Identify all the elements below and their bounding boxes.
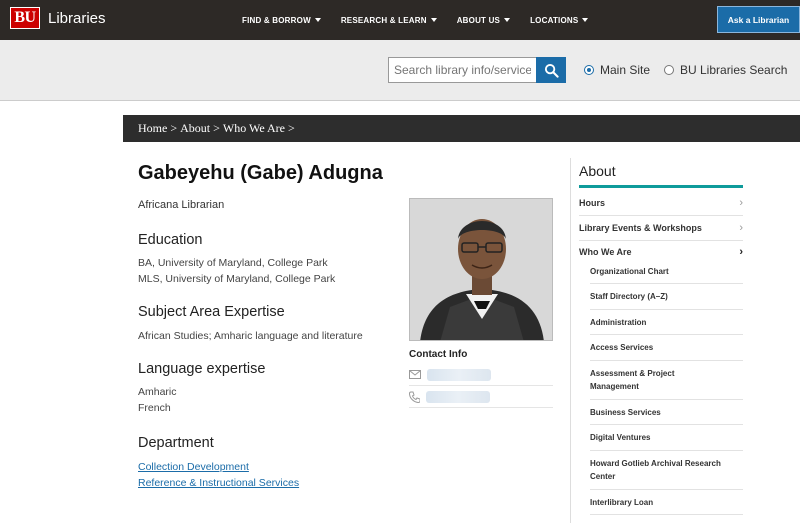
nav-label: FIND & BORROW <box>242 15 311 25</box>
breadcrumb-about[interactable]: About > <box>180 121 220 136</box>
sidebar-subitem-gotlieb-center[interactable]: Howard Gotlieb Archival Research Center <box>590 451 743 490</box>
chevron-right-icon: › <box>739 222 743 234</box>
education-item: MLS, University of Maryland, College Par… <box>138 273 336 285</box>
sidebar-subitem-business-services[interactable]: Business Services <box>590 400 743 425</box>
sidebar-subitem-org-chart[interactable]: Organizational Chart <box>590 260 743 284</box>
caret-down-icon <box>314 18 321 22</box>
sidebar-subitem-interlibrary-loan[interactable]: Interlibrary Loan <box>590 490 743 515</box>
department-link-collection-development[interactable]: Collection Development <box>138 459 249 475</box>
chevron-right-icon: › <box>739 197 743 209</box>
nav-label: ABOUT US <box>456 15 501 25</box>
language-item: French <box>138 402 171 414</box>
redacted-email <box>427 368 491 381</box>
search-input[interactable] <box>388 57 537 83</box>
caret-down-icon <box>582 18 589 22</box>
sidebar-item-label: Who We Are <box>579 247 632 257</box>
sidebar-subitem-digital-ventures[interactable]: Digital Ventures <box>590 425 743 451</box>
bu-logo-mark: BU <box>10 7 40 29</box>
sidebar-subitem-staff-directory[interactable]: Staff Directory (A–Z) <box>590 284 743 310</box>
radio-label: BU Libraries Search <box>680 63 788 77</box>
contact-phone-row[interactable] <box>409 386 553 408</box>
search-band: Main Site BU Libraries Search <box>0 40 800 101</box>
about-sidebar: About Hours › Library Events & Workshops ›… <box>570 158 800 523</box>
sidebar-item-label: Library Events & Workshops <box>579 223 702 233</box>
radio-bu-libraries-search[interactable]: BU Libraries Search <box>664 63 787 77</box>
breadcrumb: Home > About > Who We Are > <box>123 115 800 142</box>
sidebar-title: About <box>579 163 616 179</box>
nav-about-us[interactable]: ABOUT US <box>456 15 511 25</box>
portrait-image <box>410 199 552 340</box>
chevron-right-icon: › <box>739 246 743 258</box>
redacted-phone <box>426 390 490 403</box>
nav-label: RESEARCH & LEARN <box>340 15 427 25</box>
sidebar-subitem-label: Assessment & Project Management <box>590 369 675 391</box>
nav-label: LOCATIONS <box>530 15 579 25</box>
expertise-text: African Studies; Amharic language and li… <box>138 330 363 342</box>
main-nav: FIND & BORROW RESEARCH & LEARN ABOUT US … <box>242 0 608 40</box>
sidebar-subitem-label: Business Services <box>590 407 661 417</box>
sidebar-subitem-label: Access Services <box>590 343 654 352</box>
sidebar-subitem-label: Administration <box>590 317 647 327</box>
sidebar-subitem-assessment[interactable]: Assessment & Project Management <box>590 361 743 400</box>
nav-locations[interactable]: LOCATIONS <box>530 15 589 25</box>
page-title: Gabeyehu (Gabe) Adugna <box>138 162 383 184</box>
sidebar-subitem-access-services[interactable]: Access Services <box>590 335 743 361</box>
top-nav-bar: BU Libraries FIND & BORROW RESEARCH & LE… <box>0 0 800 40</box>
radio-button-checked[interactable] <box>584 65 594 75</box>
sidebar-subitem-label: Organizational Chart <box>590 267 669 276</box>
sidebar-subitem-label: Howard Gotlieb Archival Research Center <box>590 459 721 481</box>
sidebar-subitem-administration[interactable]: Administration <box>590 310 743 335</box>
caret-down-icon <box>504 18 511 22</box>
sidebar-subitem-label: Digital Ventures <box>590 433 651 442</box>
education-heading: Education <box>138 232 203 248</box>
sidebar-item-label: Hours <box>579 198 606 208</box>
radio-button[interactable] <box>664 65 674 75</box>
department-link-reference[interactable]: Reference & Instructional Services <box>138 475 299 491</box>
contact-email-row[interactable] <box>409 364 553 386</box>
search-button[interactable] <box>536 57 566 83</box>
nav-find-borrow[interactable]: FIND & BORROW <box>242 16 321 25</box>
search-icon <box>544 63 559 78</box>
profile-photo <box>409 198 553 341</box>
job-title: Africana Librarian <box>138 199 225 211</box>
radio-label: Main Site <box>600 63 651 77</box>
ask-a-librarian-button[interactable]: Ask a Librarian <box>717 6 800 33</box>
phone-icon <box>409 391 420 403</box>
sidebar-subitem-label: Staff Directory (A–Z) <box>590 292 668 301</box>
expertise-heading: Subject Area Expertise <box>138 304 285 320</box>
sidebar-item-events[interactable]: Library Events & Workshops › <box>579 216 743 241</box>
logo-text: Libraries <box>48 9 106 27</box>
sidebar-accent-bar <box>579 185 743 188</box>
bu-libraries-logo[interactable]: BU Libraries <box>10 7 106 29</box>
nav-research-learn[interactable]: RESEARCH & LEARN <box>341 16 437 25</box>
breadcrumb-who-we-are[interactable]: Who We Are > <box>223 121 295 136</box>
department-heading: Department <box>138 435 214 451</box>
language-heading: Language expertise <box>138 361 266 377</box>
education-item: BA, University of Maryland, College Park <box>138 257 328 269</box>
sidebar-subitem-label: Interlibrary Loan <box>590 497 654 507</box>
sidebar-item-hours[interactable]: Hours › <box>579 191 743 216</box>
language-item: Amharic <box>138 386 177 398</box>
radio-main-site[interactable]: Main Site <box>584 63 650 77</box>
breadcrumb-home[interactable]: Home > <box>138 121 177 136</box>
envelope-icon <box>409 370 421 379</box>
contact-info-heading: Contact Info <box>409 349 468 360</box>
caret-down-icon <box>430 18 437 22</box>
